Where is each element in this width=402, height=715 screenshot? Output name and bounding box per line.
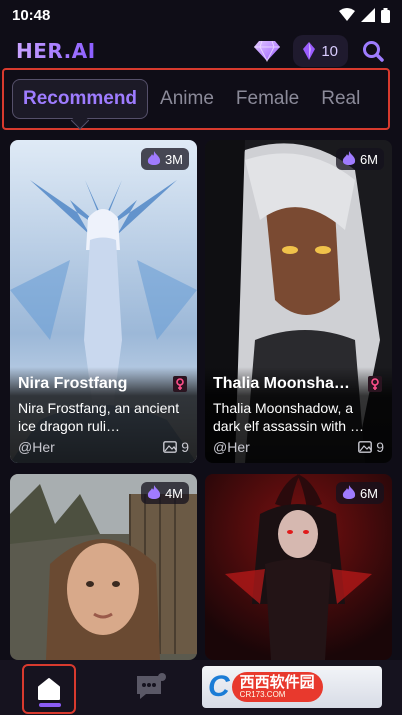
diamond-icon (254, 40, 281, 62)
character-card[interactable]: 6M Thalia Moonsha… Thalia Moonshadow, a … (205, 140, 392, 463)
watermark-subtext: CR173.COM (239, 690, 286, 699)
view-count-badge: 4M (140, 482, 189, 504)
chat-icon (137, 673, 166, 699)
flame-icon (147, 485, 161, 499)
image-icon (163, 441, 178, 453)
image-icon (358, 441, 373, 453)
search-button[interactable] (360, 38, 386, 64)
view-count-badge: 3M (140, 148, 189, 170)
premium-gem-button[interactable] (253, 37, 281, 65)
status-icons (339, 7, 390, 23)
wifi-icon (339, 8, 355, 21)
watermark-badge: 西西软件园 CR173.COM (231, 672, 323, 702)
category-tabs: Recommend Anime Female Real (2, 68, 390, 130)
view-count-badge: 6M (335, 148, 384, 170)
tab-real[interactable]: Real (321, 88, 360, 110)
battery-icon (381, 7, 390, 23)
character-description: Thalia Moonshadow, a dark elf assassin w… (213, 400, 364, 434)
home-icon (38, 678, 60, 700)
author-handle: @Her (18, 439, 55, 455)
character-card[interactable]: 6M (205, 474, 392, 660)
signal-icon (361, 8, 375, 22)
author-handle: @Her (213, 439, 250, 455)
character-card[interactable]: 4M (10, 474, 197, 660)
view-count: 6M (359, 151, 378, 167)
flame-icon (342, 485, 356, 499)
image-count: 9 (163, 439, 189, 455)
character-name: Nira Frostfang (18, 375, 128, 392)
view-count-badge: 6M (335, 482, 384, 504)
character-card[interactable]: 3M Nira Frostfang Nira Frostfang, an anc… (10, 140, 197, 463)
app-logo: HER.AI (16, 39, 96, 63)
status-time: 10:48 (12, 6, 51, 24)
active-indicator (39, 703, 61, 707)
flame-icon (342, 151, 356, 165)
watermark-letter: C (208, 670, 230, 703)
status-bar: 10:48 (0, 0, 402, 30)
character-description: Nira Frostfang, an ancient ice dragon ru… (18, 400, 180, 434)
female-icon (171, 375, 189, 393)
flame-icon (147, 151, 161, 165)
app-header: HER.AI 10 (0, 30, 402, 72)
watermark-text: 西西软件园 (239, 674, 315, 691)
tab-recommend[interactable]: Recommend (12, 79, 149, 119)
character-name: Thalia Moonsha… (213, 375, 350, 392)
card-info: Nira Frostfang Nira Frostfang, an ancien… (10, 367, 197, 463)
credits-balance[interactable]: 10 (293, 35, 348, 67)
female-icon (366, 375, 384, 393)
search-icon (363, 41, 384, 62)
nav-chat-button[interactable] (134, 672, 168, 700)
image-count: 9 (358, 439, 384, 455)
nav-home-button[interactable] (22, 664, 76, 714)
credits-count: 10 (321, 42, 338, 60)
bottom-nav: C 西西软件园 CR173.COM (0, 660, 402, 715)
view-count: 4M (164, 485, 183, 501)
card-info: Thalia Moonsha… Thalia Moonshadow, a dar… (205, 367, 392, 463)
site-watermark: C 西西软件园 CR173.COM (202, 666, 382, 708)
view-count: 6M (359, 485, 378, 501)
view-count: 3M (164, 151, 183, 167)
tab-anime[interactable]: Anime (160, 88, 214, 110)
tab-female[interactable]: Female (236, 88, 299, 110)
crystal-icon (303, 42, 316, 60)
